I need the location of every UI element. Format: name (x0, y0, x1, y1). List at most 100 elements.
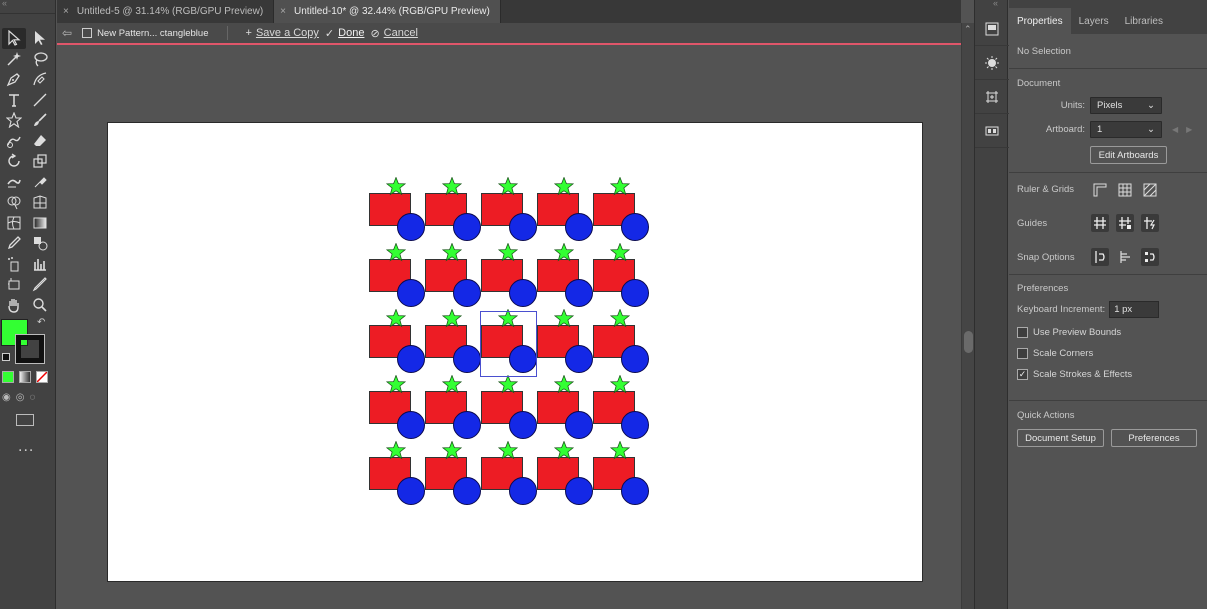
scroll-up-icon[interactable]: ⌃ (964, 24, 972, 35)
blue-circle (509, 345, 537, 373)
checkbox-box[interactable] (1017, 347, 1028, 359)
units-dropdown[interactable]: Pixels ⌄ (1090, 97, 1162, 114)
next-artboard-icon[interactable]: ▶ (1186, 125, 1192, 134)
eyedropper-tool[interactable] (2, 233, 26, 254)
zoom-tool[interactable] (28, 295, 52, 316)
gradient-tool[interactable] (28, 213, 52, 234)
artboard[interactable] (107, 122, 923, 582)
blue-circle (397, 411, 425, 439)
document-setup-button[interactable]: Document Setup (1017, 429, 1104, 447)
paintbrush-tool[interactable] (28, 110, 52, 131)
scale-tool[interactable] (28, 151, 52, 172)
close-icon[interactable]: × (63, 6, 69, 17)
direct-selection-tool[interactable] (28, 28, 52, 49)
warp-tool[interactable] (2, 172, 26, 193)
previous-artboard-icon[interactable]: ◀ (1172, 125, 1178, 134)
vertical-scrollbar[interactable]: ⌃ (961, 23, 974, 609)
keyboard-increment-input[interactable]: 1 px (1109, 301, 1160, 318)
expand-icon[interactable]: « (993, 0, 998, 8)
line-segment-tool[interactable] (28, 90, 52, 111)
type-tool[interactable] (2, 90, 26, 111)
curvature-tool[interactable] (28, 69, 52, 90)
blend-tool[interactable] (28, 233, 52, 254)
blue-circle (621, 213, 649, 241)
pattern-tile (480, 177, 537, 243)
none-mode-icon[interactable] (36, 371, 48, 383)
preferences-button[interactable]: Preferences (1111, 429, 1197, 447)
shape-builder-tool[interactable] (2, 192, 26, 213)
snap-to-grid-toggle[interactable] (1116, 248, 1134, 266)
appearance-panel-button[interactable] (975, 46, 1009, 80)
color-mode-icon[interactable] (2, 371, 14, 383)
edit-artboards-button[interactable]: Edit Artboards (1090, 146, 1167, 164)
canvas[interactable] (57, 47, 961, 609)
edit-toolbar-icon[interactable]: ... (18, 438, 34, 456)
blue-circle (621, 279, 649, 307)
pattern-tile (536, 243, 593, 309)
slice-tool[interactable] (28, 274, 52, 295)
snap-to-pixel-toggle[interactable] (1141, 248, 1159, 266)
properties-panel-button[interactable] (975, 12, 1009, 46)
pattern-tile (424, 243, 481, 309)
scale-corners-checkbox[interactable]: Scale Corners (1017, 343, 1199, 363)
checkbox-box[interactable]: ✓ (1017, 368, 1028, 380)
tab-layers[interactable]: Layers (1071, 8, 1117, 34)
artboard-dropdown[interactable]: 1 ⌄ (1090, 121, 1162, 138)
swap-fill-stroke-icon[interactable]: ↶ (37, 317, 45, 328)
green-star (498, 177, 518, 196)
draw-normal-icon[interactable]: ◉ (2, 392, 11, 403)
transparency-grid-toggle[interactable] (1141, 181, 1159, 199)
symbol-sprayer-tool[interactable] (2, 254, 26, 275)
draw-behind-icon[interactable]: ◎ (16, 392, 25, 403)
tab-untitled-10[interactable]: × Untitled-10* @ 32.44% (RGB/GPU Preview… (274, 0, 501, 23)
selection-tool[interactable] (2, 28, 26, 49)
stroke-color-swatch[interactable] (15, 334, 45, 364)
puppet-warp-tool[interactable] (28, 172, 52, 193)
done-button[interactable]: ✓ Done (325, 27, 365, 40)
strip-grip[interactable]: « (975, 0, 1007, 12)
shaper-tool[interactable] (2, 131, 26, 152)
mesh-tool[interactable] (2, 213, 26, 234)
pen-tool[interactable] (2, 69, 26, 90)
perspective-grid-tool[interactable] (28, 192, 52, 213)
toolbar-grip[interactable]: « (0, 0, 55, 14)
blue-circle (397, 279, 425, 307)
grid-toggle[interactable] (1116, 181, 1134, 199)
tab-untitled-5[interactable]: × Untitled-5 @ 31.14% (RGB/GPU Preview) (57, 0, 275, 23)
pattern-tile (536, 309, 593, 375)
lasso-tool[interactable] (28, 49, 52, 70)
lock-guides-toggle[interactable] (1116, 214, 1134, 232)
scale-strokes-checkbox[interactable]: ✓ Scale Strokes & Effects (1017, 364, 1199, 384)
panel-grip[interactable] (1009, 0, 1207, 8)
units-label: Units: (1060, 100, 1085, 111)
rotate-tool[interactable] (2, 151, 26, 172)
smart-guides-toggle[interactable] (1141, 214, 1159, 232)
artboard-tool[interactable] (2, 274, 26, 295)
use-preview-bounds-checkbox[interactable]: Use Preview Bounds (1017, 322, 1199, 342)
collapse-icon[interactable]: « (2, 0, 7, 8)
snap-to-point-toggle[interactable] (1091, 248, 1109, 266)
snap-options-label: Snap Options (1017, 251, 1075, 263)
default-fill-stroke-icon[interactable] (2, 353, 10, 361)
eraser-tool[interactable] (28, 131, 52, 152)
screen-mode-icon[interactable] (16, 414, 34, 426)
draw-inside-icon[interactable]: ◌ (29, 392, 35, 403)
column-graph-tool[interactable] (28, 254, 52, 275)
pattern-tile (592, 309, 649, 375)
back-arrow-icon[interactable]: ⇦ (62, 26, 72, 40)
star-tool[interactable] (2, 110, 26, 131)
save-copy-button[interactable]: + Save a Copy (246, 27, 319, 39)
tab-properties[interactable]: Properties (1009, 8, 1071, 34)
guides-toggle[interactable] (1091, 214, 1109, 232)
scrollbar-thumb[interactable] (964, 331, 973, 353)
magic-wand-tool[interactable] (2, 49, 26, 70)
checkbox-box[interactable] (1017, 326, 1028, 338)
gradient-mode-icon[interactable] (19, 371, 31, 383)
align-panel-button[interactable] (975, 80, 1009, 114)
rulers-toggle[interactable] (1091, 181, 1109, 199)
tab-libraries[interactable]: Libraries (1117, 8, 1171, 34)
cancel-button[interactable]: ⊘ Cancel (370, 27, 417, 40)
close-icon[interactable]: × (280, 6, 286, 17)
hand-tool[interactable] (2, 295, 26, 316)
transform-panel-button[interactable] (975, 114, 1009, 148)
